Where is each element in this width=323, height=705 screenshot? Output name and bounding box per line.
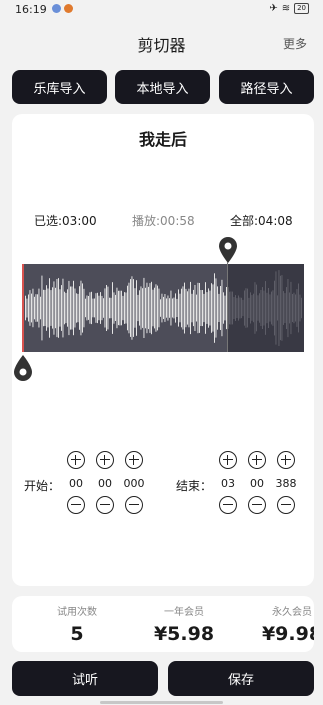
end-seconds-minus-icon[interactable] — [248, 496, 266, 514]
start-seconds-value: 00 — [98, 477, 112, 490]
import-row: 乐库导入 本地导入 路径导入 — [12, 70, 314, 104]
save-button[interactable]: 保存 — [168, 661, 314, 696]
end-millis-minus-icon[interactable] — [277, 496, 295, 514]
start-minutes-value: 00 — [69, 477, 83, 490]
yearly-plan[interactable]: 一年会员 ¥5.98 — [144, 596, 224, 652]
end-seconds-plus-icon[interactable] — [248, 451, 266, 469]
notification-icon — [64, 4, 73, 13]
lifetime-plan-label: 永久会员 — [272, 607, 312, 618]
end-millis-plus-icon[interactable] — [277, 451, 295, 469]
page-title: 剪切器 — [137, 36, 186, 55]
lifetime-plan-price: ¥9.98 — [261, 623, 314, 645]
yearly-plan-price: ¥5.98 — [153, 623, 215, 645]
start-millis-value: 000 — [123, 477, 145, 490]
start-millis-plus-icon[interactable] — [125, 451, 143, 469]
status-bar: 16:19 ✈ ≋ 20 — [0, 0, 323, 20]
start-millis-minus-icon[interactable] — [125, 496, 143, 514]
status-time: 16:19 — [15, 3, 47, 16]
start-minutes-minus-icon[interactable] — [67, 496, 85, 514]
end-label: 结束： — [176, 479, 213, 493]
battery-icon: 20 — [294, 3, 309, 14]
start-label: 开始： — [24, 479, 61, 493]
start-marker-line[interactable] — [22, 264, 24, 352]
playhead-line — [227, 262, 228, 352]
library-import-button[interactable]: 乐库导入 — [12, 70, 107, 104]
end-minutes-minus-icon[interactable] — [219, 496, 237, 514]
title-bar: 剪切器 更多 — [0, 20, 323, 64]
membership-pricing: 试用次数 5 一年会员 ¥5.98 永久会员 ¥9.98 — [12, 596, 314, 652]
wifi-icon: ≋ — [281, 3, 291, 14]
end-minutes-value: 03 — [221, 477, 235, 490]
end-minutes-plus-icon[interactable] — [219, 451, 237, 469]
total-duration: 全部:04:08 — [230, 214, 293, 228]
airplane-icon: ✈ — [269, 3, 278, 14]
trial-count-label: 试用次数 — [57, 607, 97, 618]
notification-icon — [52, 4, 61, 13]
start-seconds-plus-icon[interactable] — [96, 451, 114, 469]
trial-count-value: 5 — [70, 623, 84, 645]
trial-count: 试用次数 5 — [42, 596, 112, 652]
waveform-graphic[interactable] — [22, 264, 304, 352]
editor-card: 我走后 已选:03:00 播放:00:58 全部:04:08 开始： 00 00… — [12, 114, 314, 586]
end-millis-value: 388 — [275, 477, 297, 490]
yearly-plan-label: 一年会员 — [164, 607, 204, 618]
start-seconds-minus-icon[interactable] — [96, 496, 114, 514]
waveform[interactable] — [22, 264, 304, 352]
selected-duration: 已选:03:00 — [34, 214, 97, 228]
path-import-button[interactable]: 路径导入 — [219, 70, 314, 104]
play-position: 播放:00:58 — [132, 214, 195, 228]
local-import-button[interactable]: 本地导入 — [115, 70, 210, 104]
more-button[interactable]: 更多 — [283, 35, 307, 52]
start-minutes-plus-icon[interactable] — [67, 451, 85, 469]
song-title: 我走后 — [138, 130, 187, 149]
home-indicator — [100, 701, 223, 704]
end-seconds-value: 00 — [250, 477, 264, 490]
start-handle-icon[interactable] — [12, 354, 34, 382]
lifetime-plan[interactable]: 永久会员 ¥9.98 — [252, 596, 314, 652]
playhead-pin-icon[interactable] — [217, 236, 239, 264]
preview-button[interactable]: 试听 — [12, 661, 158, 696]
